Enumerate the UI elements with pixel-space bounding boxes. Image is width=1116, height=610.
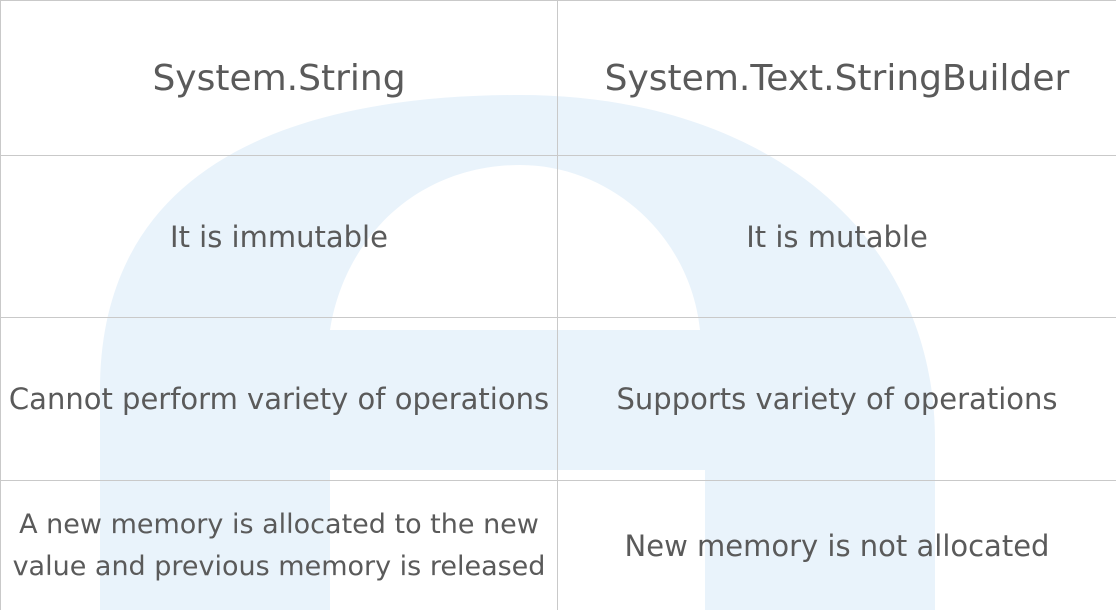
header-system-string: System.String (0, 0, 558, 156)
table-header-row: System.String System.Text.StringBuilder (0, 0, 1116, 156)
table-cell: Cannot perform variety of operations (0, 317, 558, 481)
table-cell: Supports variety of operations (557, 317, 1116, 481)
table-row: A new memory is allocated to the new val… (0, 480, 1116, 610)
table-cell: It is immutable (0, 155, 558, 318)
table-cell: It is mutable (557, 155, 1116, 318)
table-row: It is immutable It is mutable (0, 155, 1116, 318)
table-row: Cannot perform variety of operations Sup… (0, 317, 1116, 481)
comparison-table: System.String System.Text.StringBuilder … (0, 0, 1116, 610)
table-cell: New memory is not allocated (557, 480, 1116, 610)
slide: System.String System.Text.StringBuilder … (0, 0, 1116, 610)
header-stringbuilder: System.Text.StringBuilder (557, 0, 1116, 156)
table-cell: A new memory is allocated to the new val… (0, 480, 558, 610)
